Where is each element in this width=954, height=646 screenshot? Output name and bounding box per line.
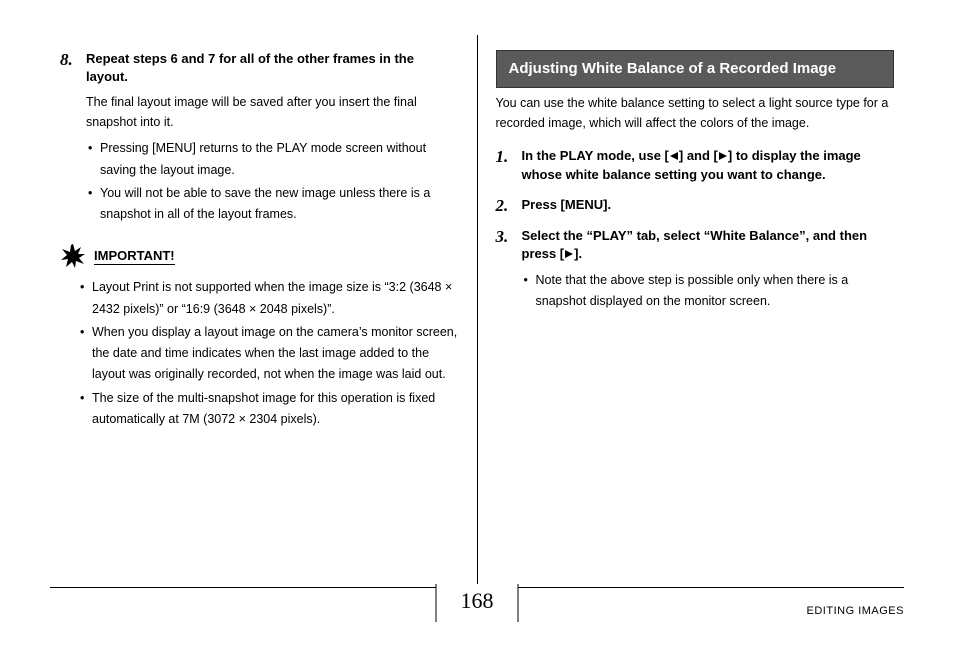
step-number: 1. — [496, 147, 522, 167]
right-column: Adjusting White Balance of a Recorded Im… — [478, 50, 905, 595]
step-number: 8. — [60, 50, 86, 70]
section-header: Adjusting White Balance of a Recorded Im… — [496, 50, 895, 88]
step-title: In the PLAY mode, use [] and [] to displ… — [522, 147, 895, 184]
step-bullets: Note that the above step is possible onl… — [522, 270, 895, 313]
page-footer: 168 EDITING IMAGES — [50, 587, 904, 628]
footer-row: 168 EDITING IMAGES — [50, 588, 904, 628]
right-triangle-icon — [564, 246, 574, 264]
step-8: 8. Repeat steps 6 and 7 for all of the o… — [60, 50, 459, 227]
text-segment: In the PLAY mode, use [ — [522, 148, 669, 163]
step-title: Repeat steps 6 and 7 for all of the othe… — [86, 50, 459, 86]
important-heading: IMPORTANT! — [60, 243, 459, 269]
step-body: In the PLAY mode, use [] and [] to displ… — [522, 147, 895, 190]
step-body: Press [MENU]. — [522, 196, 895, 220]
important-label: IMPORTANT! — [94, 248, 175, 265]
bullet-item: Pressing [MENU] returns to the PLAY mode… — [86, 138, 459, 181]
starburst-icon — [60, 243, 86, 269]
step-number: 2. — [496, 196, 522, 216]
section-intro: You can use the white balance setting to… — [496, 94, 895, 133]
left-column: 8. Repeat steps 6 and 7 for all of the o… — [50, 50, 477, 595]
important-bullets: Layout Print is not supported when the i… — [60, 277, 459, 430]
step-bullets: Pressing [MENU] returns to the PLAY mode… — [86, 138, 459, 225]
step-body: Select the “PLAY” tab, select “White Bal… — [522, 227, 895, 315]
step-title: Press [MENU]. — [522, 196, 895, 214]
bullet-item: When you display a layout image on the c… — [78, 322, 459, 386]
left-triangle-icon — [669, 148, 679, 166]
step-2: 2. Press [MENU]. — [496, 196, 895, 220]
right-triangle-icon — [718, 148, 728, 166]
step-3: 3. Select the “PLAY” tab, select “White … — [496, 227, 895, 315]
step-body: Repeat steps 6 and 7 for all of the othe… — [86, 50, 459, 227]
bullet-item: Layout Print is not supported when the i… — [78, 277, 459, 320]
footer-section-label: EDITING IMAGES — [807, 599, 904, 617]
step-description: The final layout image will be saved aft… — [86, 92, 459, 132]
step-1: 1. In the PLAY mode, use [] and [] to di… — [496, 147, 895, 190]
bullet-item: Note that the above step is possible onl… — [522, 270, 895, 313]
step-title: Select the “PLAY” tab, select “White Bal… — [522, 227, 895, 264]
text-segment: ] and [ — [679, 148, 718, 163]
bullet-item: The size of the multi-snapshot image for… — [78, 388, 459, 431]
text-segment: ]. — [574, 246, 582, 261]
page-number: 168 — [436, 584, 519, 622]
step-number: 3. — [496, 227, 522, 247]
two-column-layout: 8. Repeat steps 6 and 7 for all of the o… — [50, 50, 904, 595]
bullet-item: You will not be able to save the new ima… — [86, 183, 459, 226]
